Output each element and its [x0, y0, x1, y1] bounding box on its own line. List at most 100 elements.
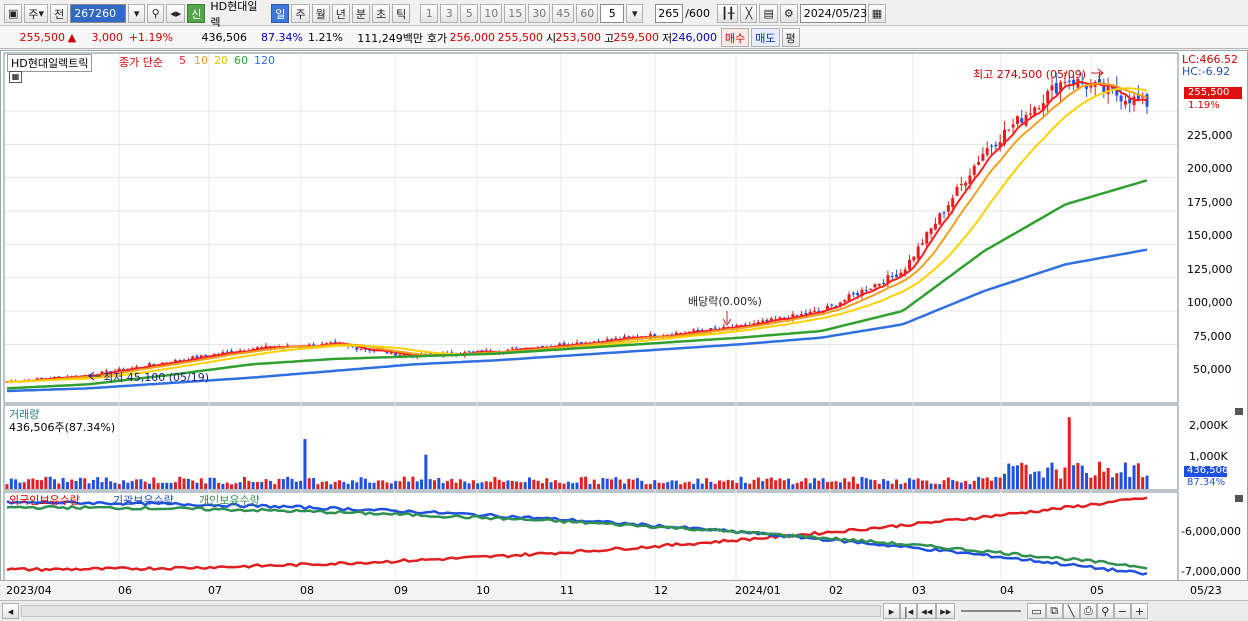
volume-bar [113, 482, 117, 489]
ma-20[interactable]: 20 [214, 54, 228, 67]
first-page-icon[interactable]: |◂ [900, 603, 918, 619]
scroll-left-icon[interactable]: ◂ [2, 603, 19, 619]
ma-60[interactable]: 60 [234, 54, 248, 67]
volume-bar [316, 484, 320, 489]
volume-bar [575, 482, 579, 489]
gear-icon[interactable]: ⚙ [779, 4, 798, 23]
volume-bar [635, 478, 639, 489]
layout-icon[interactable]: ▭ [1027, 603, 1046, 619]
volume-bar [873, 480, 877, 489]
window-icon[interactable]: ▣ [4, 4, 23, 23]
compare-icon[interactable]: ⧉ [1045, 603, 1063, 619]
grid-toggle-icon[interactable]: ▦ [9, 71, 22, 83]
ma-5[interactable]: 5 [179, 54, 186, 67]
volume-bar [437, 478, 441, 489]
volume-bar [333, 481, 337, 489]
print-icon[interactable]: ⎙ [1079, 603, 1097, 619]
next-page-icon[interactable]: ▸▸ [936, 603, 956, 619]
x-tick-08: 08 [300, 584, 314, 597]
volume-bar [18, 482, 22, 489]
draw-tool-icon[interactable]: ╳ [740, 4, 758, 23]
code-dropdown-icon[interactable]: ▾ [128, 4, 146, 23]
avg-button[interactable]: 평 [781, 28, 800, 47]
save-icon[interactable]: ▤ [759, 4, 778, 23]
volume-bar [1136, 463, 1140, 489]
scroll-right-icon[interactable]: ▸ [883, 603, 900, 619]
market-type-select[interactable]: 주 ▾ [24, 4, 49, 23]
zoom-icon[interactable]: ⚲ [1096, 603, 1114, 619]
volume-bar [1145, 475, 1149, 489]
holding-panel-close-icon[interactable] [1235, 495, 1243, 502]
candle-body [843, 299, 847, 302]
interval-3[interactable]: 3 [440, 4, 459, 23]
period-year[interactable]: 년 [331, 4, 350, 23]
interval-45[interactable]: 45 [552, 4, 575, 23]
calendar-icon[interactable]: ▦ [867, 4, 887, 23]
volume-bar [562, 483, 566, 489]
volume-bar [5, 484, 9, 489]
period-month[interactable]: 월 [311, 4, 330, 23]
candle-body [972, 165, 976, 175]
sell-button[interactable]: 매도 [751, 28, 780, 47]
volume-panel-close-icon[interactable] [1235, 408, 1243, 415]
volume-bar [730, 480, 734, 489]
period-day[interactable]: 일 [271, 4, 290, 23]
ma-10[interactable]: 10 [194, 54, 208, 67]
volume-bar [631, 479, 635, 489]
volume-bar [27, 479, 31, 489]
volume-bar [40, 480, 44, 489]
candle-type-icon[interactable]: ┃╂ [717, 4, 739, 23]
volume-bar [402, 476, 406, 489]
volume-bar [843, 478, 847, 489]
stock-label[interactable]: HD현대일렉트릭 [7, 54, 93, 72]
zoom-in-icon[interactable]: + [1130, 603, 1149, 619]
y-tick-150000: 150,000 [1187, 229, 1233, 242]
volume-bar [882, 479, 886, 489]
individual-holding-label[interactable]: 개인보유수량 [199, 492, 260, 508]
zoom-slider[interactable] [961, 610, 1022, 612]
date-input[interactable]: 2024/05/23 [799, 4, 867, 23]
volume-bar [657, 482, 661, 489]
interval-60[interactable]: 60 [576, 4, 599, 23]
line-tool-icon[interactable]: ╲ [1062, 603, 1080, 619]
scroll-track[interactable] [21, 605, 881, 617]
candle-body [882, 282, 886, 284]
code-input[interactable]: 267260 [70, 4, 127, 23]
chart-canvas[interactable] [1, 51, 1247, 581]
zoom-out-icon[interactable]: − [1113, 603, 1131, 619]
ma-120[interactable]: 120 [254, 54, 275, 67]
volume-bar [255, 481, 259, 489]
buy-button[interactable]: 매수 [721, 28, 750, 47]
volume-bar [908, 478, 911, 489]
volume-bar [208, 477, 212, 489]
interval-10[interactable]: 10 [480, 4, 503, 23]
interval-5[interactable]: 5 [460, 4, 479, 23]
chart-area[interactable]: HD현대일렉트릭 종가 단순 5 10 20 60 120 ▦ 최고 274,5… [0, 50, 1248, 603]
speaker-icon[interactable]: ◂▸ [166, 4, 186, 23]
period-tick[interactable]: 틱 [392, 4, 411, 23]
foreign-holding-label[interactable]: 외국인보유수량 [9, 492, 80, 508]
period-minute[interactable]: 분 [351, 4, 370, 23]
candle-body [964, 182, 968, 186]
period-second[interactable]: 초 [371, 4, 391, 23]
interval-input[interactable]: 5 [600, 4, 625, 23]
ma-label[interactable]: 종가 단순 [119, 54, 163, 70]
interval-1[interactable]: 1 [420, 4, 439, 23]
quote-high: 259,500 [613, 31, 660, 44]
volume-bar [433, 480, 436, 489]
volume-bar [808, 483, 812, 489]
volume-bar [1028, 474, 1032, 489]
search-icon[interactable]: ⚲ [147, 4, 165, 23]
prev-page-icon[interactable]: ◂◂ [917, 603, 937, 619]
interval-15[interactable]: 15 [504, 4, 527, 23]
institution-holding-label[interactable]: 기관보유수량 [113, 492, 174, 508]
mode-button[interactable]: 전 [50, 4, 69, 23]
volume-bar [623, 483, 626, 489]
x-tick-11: 11 [560, 584, 574, 597]
count-input[interactable]: 265 [655, 4, 684, 23]
period-week[interactable]: 주 [291, 4, 310, 23]
interval-dropdown-icon[interactable]: ▾ [626, 4, 644, 23]
volume-bar [268, 480, 272, 489]
interval-30[interactable]: 30 [528, 4, 551, 23]
scroll-bar[interactable]: ◂ ▸ |◂ ◂◂ ▸▸ ▭ ⧉ ╲ ⎙ ⚲ − + [0, 600, 1248, 621]
